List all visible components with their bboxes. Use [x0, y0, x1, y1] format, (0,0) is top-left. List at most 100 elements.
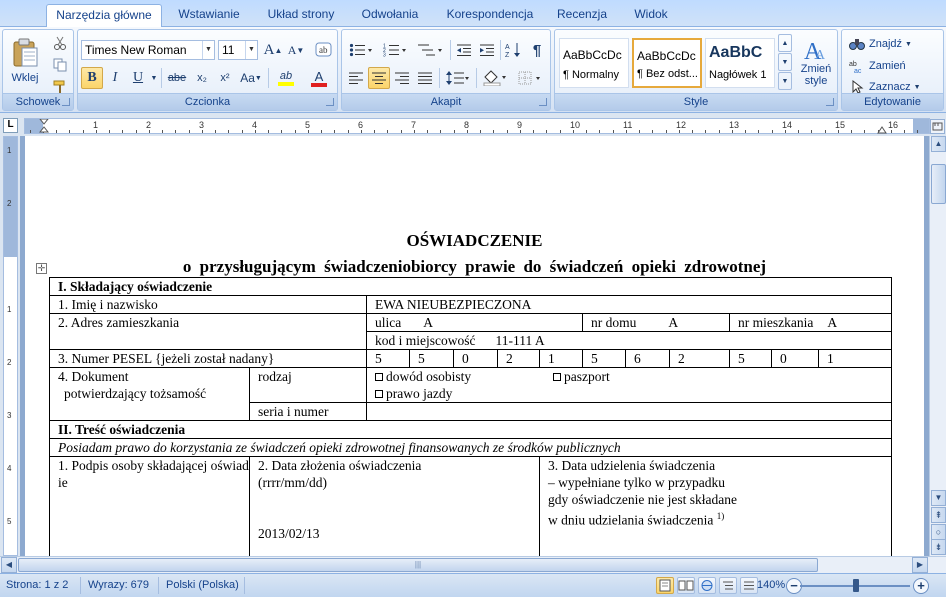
tab-mailings[interactable]: Korespondencja: [437, 4, 543, 27]
zoom-in-button[interactable]: +: [913, 578, 929, 594]
cut-button[interactable]: [49, 32, 71, 54]
underline-dropdown[interactable]: ▼: [149, 67, 159, 89]
scroll-up-button[interactable]: ▲: [931, 136, 946, 152]
paragraph-dialog-launcher[interactable]: [539, 98, 547, 106]
next-page-button[interactable]: ⇟: [931, 539, 946, 555]
align-left-button[interactable]: [345, 67, 367, 89]
zoom-level[interactable]: 140%: [757, 579, 785, 591]
italic-button[interactable]: I: [104, 67, 126, 89]
pesel-digit[interactable]: 5: [729, 349, 772, 368]
language-indicator[interactable]: Polski (Polska): [166, 579, 239, 591]
styles-scroll-down[interactable]: ▼: [778, 53, 792, 71]
change-styles-button[interactable]: AA Zmień style: [795, 32, 837, 92]
submission-date-cell[interactable]: 2. Data złożenia oświadczenia (rrrr/mm/d…: [249, 456, 540, 556]
multilevel-list-button[interactable]: [413, 39, 447, 61]
vertical-ruler[interactable]: 1 2 1 2 3 4 5: [3, 136, 18, 556]
pesel-digit[interactable]: 5: [582, 349, 626, 368]
draft-view-button[interactable]: [740, 577, 758, 594]
styles-dialog-launcher[interactable]: [826, 98, 834, 106]
show-formatting-button[interactable]: ¶: [526, 39, 548, 61]
grow-font-button[interactable]: A ▲: [262, 39, 284, 61]
select-browse-object-button[interactable]: ○: [931, 524, 946, 540]
superscript-button[interactable]: x²: [214, 67, 236, 89]
scroll-left-button[interactable]: ◀: [1, 557, 17, 573]
flat-cell[interactable]: nr mieszkania A: [728, 313, 893, 332]
pesel-digit[interactable]: 2: [497, 349, 540, 368]
style-normal[interactable]: AaBbCcDc ¶ Normalny: [559, 38, 629, 88]
word-count[interactable]: Wyrazy: 679: [88, 579, 149, 591]
pesel-digit[interactable]: 1: [817, 349, 893, 368]
option-id-card[interactable]: dowód osobisty: [375, 369, 553, 386]
tab-selector-button[interactable]: L: [3, 118, 18, 133]
horizontal-scrollbar[interactable]: ◀ ||| ▶: [0, 556, 946, 573]
highlight-button[interactable]: ab: [271, 67, 301, 89]
signature-cell[interactable]: 1. Podpis osoby składającej oświadczen ie: [49, 456, 250, 556]
numbering-button[interactable]: 123: [379, 39, 411, 61]
pesel-digit[interactable]: 6: [625, 349, 670, 368]
postal-cell[interactable]: kod i miejscowość 11-111 A: [365, 331, 893, 350]
page-count[interactable]: Strona: 1 z 2: [6, 579, 68, 591]
borders-button[interactable]: [514, 67, 548, 89]
tab-references[interactable]: Odwołania: [352, 4, 428, 27]
tab-review[interactable]: Recenzja: [549, 4, 615, 27]
find-button[interactable]: Znajdź ▼: [848, 33, 938, 55]
font-dialog-launcher[interactable]: [326, 98, 334, 106]
document-page[interactable]: OŚWIADCZENIE o przysługującym świadczeni…: [25, 136, 924, 556]
styles-more[interactable]: ▼: [778, 72, 792, 90]
option-driving-license[interactable]: prawo jazdy: [375, 385, 883, 402]
scroll-right-button[interactable]: ▶: [912, 557, 928, 573]
style-heading-1[interactable]: AaBbC Nagłówek 1: [705, 38, 775, 88]
house-cell[interactable]: nr domu A: [582, 313, 730, 332]
underline-button[interactable]: U: [127, 67, 149, 89]
tab-page-layout[interactable]: Układ strony: [256, 4, 346, 27]
shading-button[interactable]: [478, 67, 512, 89]
font-name-combo[interactable]: Times New Roman ▼: [81, 40, 215, 60]
font-color-button[interactable]: A: [304, 67, 334, 89]
previous-page-button[interactable]: ⇞: [931, 507, 946, 523]
pesel-digit[interactable]: 2: [669, 349, 730, 368]
style-no-spacing[interactable]: AaBbCcDc ¶ Bez odst...: [632, 38, 702, 88]
strikethrough-button[interactable]: abe: [164, 67, 190, 89]
name-value[interactable]: EWA NIEUBEZPIECZONA: [365, 295, 893, 314]
indent-marker-icon[interactable]: [39, 119, 49, 134]
copy-button[interactable]: [49, 54, 71, 76]
tab-home[interactable]: Narzędzia główne: [46, 4, 162, 28]
pesel-digit[interactable]: 5: [366, 349, 410, 368]
bold-button[interactable]: B: [81, 67, 103, 89]
pesel-digit[interactable]: 5: [409, 349, 454, 368]
tab-view[interactable]: Widok: [622, 4, 680, 27]
subscript-button[interactable]: x₂: [191, 67, 213, 89]
print-layout-view-button[interactable]: [656, 577, 674, 594]
web-layout-view-button[interactable]: [698, 577, 716, 594]
option-passport[interactable]: paszport: [553, 369, 610, 384]
decrease-indent-button[interactable]: [453, 39, 475, 61]
justify-button[interactable]: [414, 67, 436, 89]
shrink-font-button[interactable]: A ▼: [285, 39, 307, 61]
change-case-button[interactable]: Aa ▼: [237, 67, 265, 89]
pesel-digit[interactable]: 0: [771, 349, 819, 368]
outline-view-button[interactable]: [719, 577, 737, 594]
line-spacing-button[interactable]: [442, 67, 474, 89]
right-indent-marker-icon[interactable]: [877, 122, 887, 134]
align-center-button[interactable]: [368, 67, 390, 89]
vertical-scrollbar[interactable]: ▲ ▼ ⇞ ○ ⇟: [929, 136, 946, 556]
increase-indent-button[interactable]: [476, 39, 498, 61]
scroll-down-button[interactable]: ▼: [931, 490, 946, 506]
service-date-cell[interactable]: 3. Data udzielenia świadczenia – wypełni…: [538, 456, 893, 556]
serial-value[interactable]: [365, 402, 893, 421]
tab-insert[interactable]: Wstawianie: [168, 4, 250, 27]
bullets-button[interactable]: [345, 39, 377, 61]
clear-formatting-button[interactable]: ab: [312, 39, 336, 61]
font-size-combo[interactable]: 11 ▼: [218, 40, 258, 60]
align-right-button[interactable]: [391, 67, 413, 89]
pesel-digit[interactable]: 1: [539, 349, 583, 368]
full-screen-reading-view-button[interactable]: [677, 577, 695, 594]
replace-button[interactable]: ab ac Zamień: [848, 55, 938, 77]
pesel-digit[interactable]: 0: [453, 349, 498, 368]
horizontal-scroll-thumb[interactable]: |||: [18, 558, 818, 572]
sort-button[interactable]: AZ: [502, 39, 524, 61]
clipboard-dialog-launcher[interactable]: [62, 98, 70, 106]
paste-button[interactable]: Wklej: [5, 32, 45, 90]
table-move-handle-icon[interactable]: ✛: [36, 263, 47, 274]
street-cell[interactable]: ulica A: [366, 313, 583, 332]
